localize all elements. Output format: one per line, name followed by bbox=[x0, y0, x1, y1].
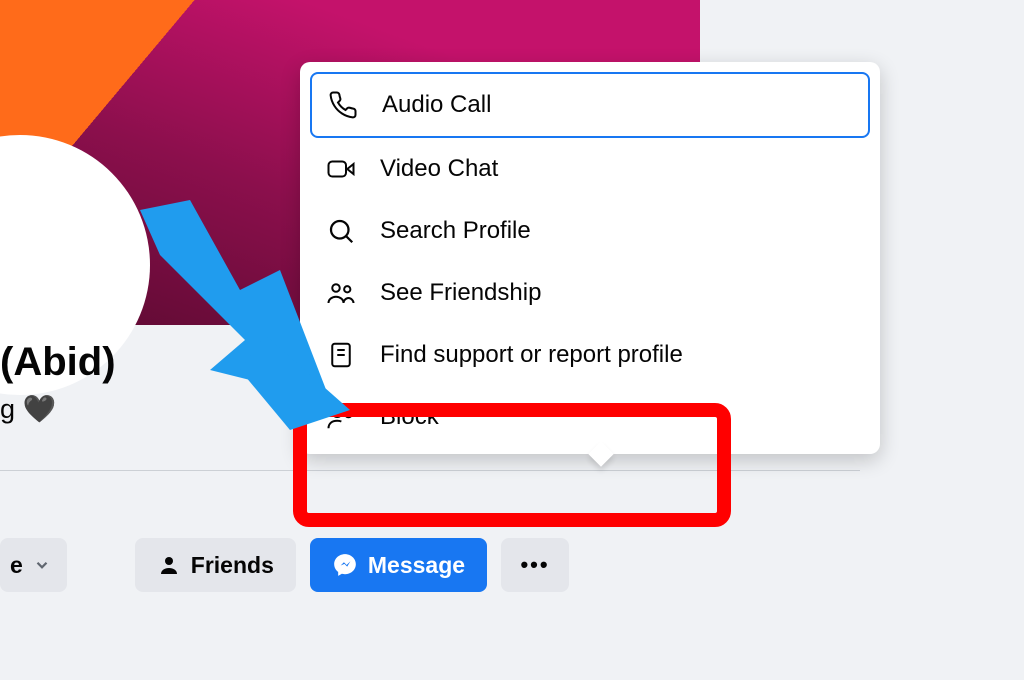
friends-icon bbox=[157, 553, 181, 577]
search-icon bbox=[324, 216, 358, 246]
menu-label: Search Profile bbox=[380, 217, 531, 245]
friendship-icon bbox=[324, 278, 358, 308]
action-buttons-row: e Friends Message bbox=[0, 538, 569, 592]
friends-button[interactable]: Friends bbox=[135, 538, 296, 592]
report-icon bbox=[324, 340, 358, 370]
chevron-down-icon bbox=[33, 556, 51, 574]
divider bbox=[0, 470, 860, 471]
profile-options-menu: Audio Call Video Chat Search Profile bbox=[300, 62, 880, 454]
block-icon bbox=[324, 402, 358, 432]
friends-label: Friends bbox=[191, 552, 274, 579]
menu-item-report-profile[interactable]: Find support or report profile bbox=[310, 324, 870, 386]
more-tab-label: e bbox=[10, 552, 23, 579]
menu-item-see-friendship[interactable]: See Friendship bbox=[310, 262, 870, 324]
menu-item-search-profile[interactable]: Search Profile bbox=[310, 200, 870, 262]
phone-icon bbox=[326, 90, 360, 120]
menu-label: Audio Call bbox=[382, 91, 491, 119]
messenger-icon bbox=[332, 552, 358, 578]
menu-label: Video Chat bbox=[380, 155, 498, 183]
menu-item-block[interactable]: Block bbox=[310, 386, 870, 448]
video-icon bbox=[324, 154, 358, 184]
more-options-button[interactable]: ••• bbox=[501, 538, 569, 592]
menu-label: See Friendship bbox=[380, 279, 541, 307]
menu-label: Block bbox=[380, 403, 439, 431]
subline-text: g bbox=[0, 394, 15, 424]
more-tab-button[interactable]: e bbox=[0, 538, 67, 592]
profile-page: (Abid) g 🖤 e Friends bbox=[0, 0, 1024, 680]
message-button[interactable]: Message bbox=[310, 538, 487, 592]
menu-item-video-chat[interactable]: Video Chat bbox=[310, 138, 870, 200]
message-label: Message bbox=[368, 552, 465, 579]
menu-label: Find support or report profile bbox=[380, 341, 683, 369]
menu-item-audio-call[interactable]: Audio Call bbox=[310, 72, 870, 138]
ellipsis-icon: ••• bbox=[520, 552, 549, 578]
heart-icon: 🖤 bbox=[23, 394, 57, 424]
